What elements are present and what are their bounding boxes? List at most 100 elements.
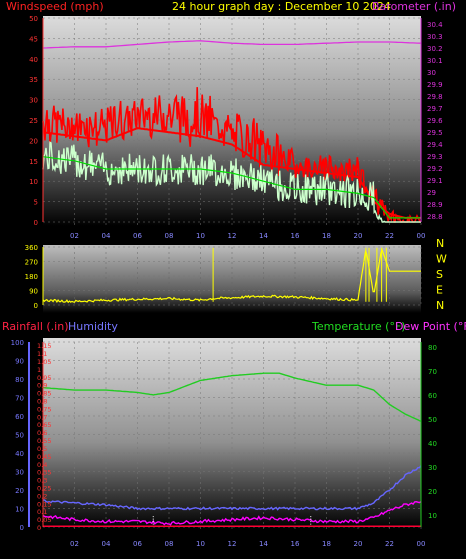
- wind-x-tick-label: 18: [322, 232, 331, 240]
- rainfall-tick-label: 0.85: [37, 390, 51, 398]
- wind-x-tick-label: 20: [354, 232, 363, 240]
- direction-tick-label: 90: [29, 288, 38, 296]
- temperature-tick-label: 40: [428, 440, 437, 448]
- barometer-tick-label: 29.9: [427, 81, 443, 89]
- humidity-axis-title: Humidity: [68, 320, 118, 333]
- wind-x-tick-label: 02: [70, 232, 79, 240]
- rainfall-tick-label: 0.45: [37, 453, 51, 461]
- barometer-tick-label: 29.2: [427, 165, 443, 173]
- humidity-tick-label: 40: [15, 450, 24, 458]
- temperature-tick-label: 60: [428, 392, 437, 400]
- humidity-tick-label: 100: [11, 339, 24, 347]
- compass-label: W: [436, 253, 447, 266]
- rainfall-tick-label: 0.9: [37, 382, 47, 390]
- barometer-tick-label: 30.1: [427, 57, 443, 65]
- humidity-tick-label: 80: [15, 376, 24, 384]
- windspeed-tick-label: 10: [29, 178, 38, 186]
- barometer-tick-label: 29.5: [427, 129, 443, 137]
- direction-tick-label: 0: [34, 302, 38, 310]
- rainfall-tick-label: 1.15: [37, 342, 51, 350]
- barometer-tick-label: 30: [427, 69, 436, 77]
- temp-x-tick-label: 12: [228, 540, 237, 548]
- wind-x-tick-label: 08: [165, 232, 174, 240]
- windspeed-tick-label: 25: [29, 117, 38, 125]
- rainfall-tick-label: 0.25: [37, 484, 51, 492]
- weather-24h-chart: Windspeed (mph) 24 hour graph day : Dece…: [2, 0, 466, 548]
- rainfall-tick-label: 0.6: [37, 429, 47, 437]
- rainfall-tick-label: 1.05: [37, 358, 51, 366]
- windspeed-tick-label: 30: [29, 97, 38, 105]
- windspeed-tick-label: 50: [29, 15, 38, 23]
- temp-x-tick-label: 18: [322, 540, 331, 548]
- temperature-tick-label: 20: [428, 488, 437, 496]
- humidity-tick-label: 0: [20, 524, 24, 532]
- humidity-tick-label: 10: [15, 506, 24, 514]
- rainfall-tick-label: 0.4: [37, 461, 47, 469]
- rainfall-axis-title: Rainfall (.in): [2, 320, 69, 333]
- temperature-tick-label: 30: [428, 464, 437, 472]
- temp-x-tick-label: 02: [70, 540, 79, 548]
- windspeed-tick-label: 45: [29, 35, 38, 43]
- temp-x-tick-label: 10: [196, 540, 205, 548]
- humidity-tick-label: 90: [15, 358, 24, 366]
- temperature-tick-label: 10: [428, 512, 437, 520]
- rainfall-tick-label: 0.65: [37, 421, 51, 429]
- rainfall-tick-label: 0.15: [37, 500, 51, 508]
- rainfall-tick-label: 0.3: [37, 477, 47, 485]
- barometer-tick-label: 30.3: [427, 33, 443, 41]
- temp-x-tick-label: 22: [385, 540, 394, 548]
- barometer-tick-label: 30.2: [427, 45, 443, 53]
- windspeed-tick-label: 40: [29, 56, 38, 64]
- rainfall-tick-label: 0.2: [37, 492, 47, 500]
- humidity-tick-label: 60: [15, 413, 24, 421]
- rainfall-tick-label: 0.8: [37, 398, 47, 406]
- rainfall-tick-label: 0.55: [37, 437, 51, 445]
- windspeed-tick-label: 0: [34, 219, 38, 227]
- barometer-tick-label: 30.4: [427, 21, 443, 29]
- temp-x-tick-label: 04: [102, 540, 111, 548]
- dewpoint-axis-title: Dew Point (°F): [395, 320, 466, 333]
- temp-x-tick-label: 16: [291, 540, 300, 548]
- rainfall-tick-label: 0.35: [37, 469, 51, 477]
- temperature-tick-label: 80: [428, 344, 437, 352]
- humidity-tick-label: 20: [15, 487, 24, 495]
- rainfall-tick-label: 0.1: [37, 508, 47, 516]
- temperature-tick-label: 70: [428, 368, 437, 376]
- temperature-tick-label: 50: [428, 416, 437, 424]
- wind-x-tick-label: 16: [291, 232, 300, 240]
- rainfall-tick-label: 0.7: [37, 413, 47, 421]
- temp-x-tick-label: 00: [417, 540, 426, 548]
- direction-tick-label: 270: [25, 259, 38, 267]
- weather-graph-root: Windspeed (mph) 24 hour graph day : Dece…: [0, 0, 466, 555]
- chart-title: 24 hour graph day : December 10 2024: [172, 0, 391, 13]
- barometer-axis-title: Barometer (.in): [372, 0, 456, 13]
- rainfall-tick-label: 0: [37, 524, 41, 532]
- barometer-tick-label: 29.7: [427, 105, 443, 113]
- barometer-tick-label: 29.4: [427, 141, 443, 149]
- rainfall-tick-label: 0.05: [37, 516, 51, 524]
- compass-label: N: [436, 237, 444, 250]
- temp-x-tick-label: 06: [133, 540, 142, 548]
- direction-tick-label: 360: [25, 244, 38, 252]
- humidity-tick-label: 70: [15, 395, 24, 403]
- humidity-tick-label: 50: [15, 432, 24, 440]
- rainfall-tick-label: 0.5: [37, 445, 47, 453]
- rainfall-tick-label: 1: [37, 366, 41, 374]
- barometer-tick-label: 29.3: [427, 153, 443, 161]
- barometer-tick-label: 29.6: [427, 117, 443, 125]
- wind-x-tick-label: 22: [385, 232, 394, 240]
- barometer-tick-label: 29.1: [427, 177, 443, 185]
- barometer-tick-label: 28.8: [427, 213, 443, 221]
- compass-label: S: [436, 268, 443, 281]
- direction-tick-label: 180: [25, 273, 38, 281]
- temp-x-tick-label: 08: [165, 540, 174, 548]
- temperature-axis-title: Temperature (°F): [311, 320, 406, 333]
- compass-label: N: [436, 299, 444, 312]
- windspeed-axis-title: Windspeed (mph): [6, 0, 104, 13]
- barometer-tick-label: 29.8: [427, 93, 443, 101]
- wind-x-tick-label: 04: [102, 232, 111, 240]
- temp-x-tick-label: 20: [354, 540, 363, 548]
- barometer-tick-label: 28.9: [427, 201, 443, 209]
- rainfall-tick-label: 0.95: [37, 374, 51, 382]
- barometer-tick-label: 29: [427, 189, 436, 197]
